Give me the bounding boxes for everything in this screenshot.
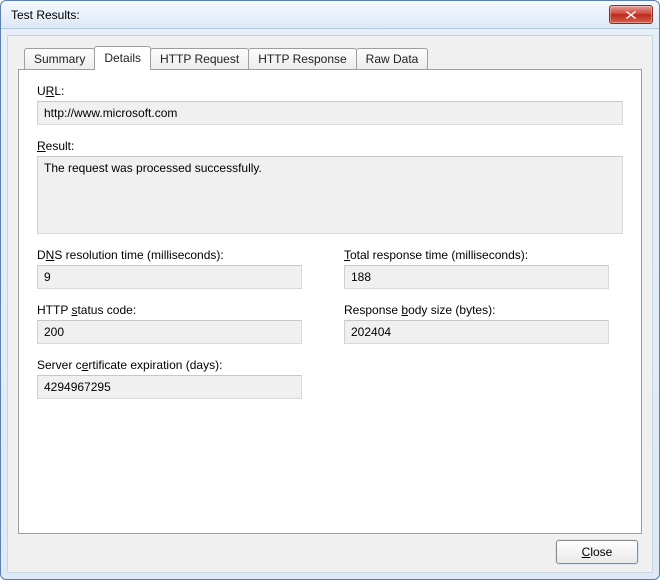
- url-section: URL: http://www.microsoft.com: [37, 84, 623, 125]
- window-title: Test Results:: [11, 8, 609, 22]
- result-value[interactable]: The request was processed successfully.: [37, 156, 623, 234]
- tab-http-response[interactable]: HTTP Response: [248, 48, 356, 70]
- row-dns-total: DNS resolution time (milliseconds): 9 To…: [37, 248, 623, 289]
- bodysize-label: Response body size (bytes):: [344, 303, 623, 317]
- titlebar: Test Results:: [1, 1, 659, 29]
- tab-raw-data[interactable]: Raw Data: [356, 48, 429, 70]
- dns-section: DNS resolution time (milliseconds): 9: [37, 248, 316, 289]
- total-section: Total response time (milliseconds): 188: [344, 248, 623, 289]
- close-icon: [625, 10, 637, 20]
- url-label: URL:: [37, 84, 623, 98]
- httpstatus-section: HTTP status code: 200: [37, 303, 316, 344]
- result-section: Result: The request was processed succes…: [37, 139, 623, 234]
- tab-summary[interactable]: Summary: [24, 48, 95, 70]
- dns-label: DNS resolution time (milliseconds):: [37, 248, 316, 262]
- tab-details[interactable]: Details: [94, 46, 151, 70]
- close-button[interactable]: Close: [556, 540, 638, 564]
- bodysize-section: Response body size (bytes): 202404: [344, 303, 623, 344]
- cert-value[interactable]: 4294967295: [37, 375, 302, 399]
- dns-value[interactable]: 9: [37, 265, 302, 289]
- cert-section: Server certificate expiration (days): 42…: [37, 358, 623, 399]
- httpstatus-label: HTTP status code:: [37, 303, 316, 317]
- httpstatus-value[interactable]: 200: [37, 320, 302, 344]
- tab-http-request[interactable]: HTTP Request: [150, 48, 249, 70]
- cert-label: Server certificate expiration (days):: [37, 358, 623, 372]
- row-status-bodysize: HTTP status code: 200 Response body size…: [37, 303, 623, 344]
- client-area: Summary Details HTTP Request HTTP Respon…: [7, 35, 653, 573]
- dialog-window: Test Results: Summary Details HTTP Reque…: [0, 0, 660, 580]
- url-value[interactable]: http://www.microsoft.com: [37, 101, 623, 125]
- dialog-footer: Close: [18, 534, 642, 564]
- total-label: Total response time (milliseconds):: [344, 248, 623, 262]
- tabstrip: Summary Details HTTP Request HTTP Respon…: [24, 46, 642, 70]
- window-close-button[interactable]: [609, 5, 653, 24]
- bodysize-value[interactable]: 202404: [344, 320, 609, 344]
- tabpanel-details: URL: http://www.microsoft.com Result: Th…: [18, 69, 642, 534]
- result-label: Result:: [37, 139, 623, 153]
- total-value[interactable]: 188: [344, 265, 609, 289]
